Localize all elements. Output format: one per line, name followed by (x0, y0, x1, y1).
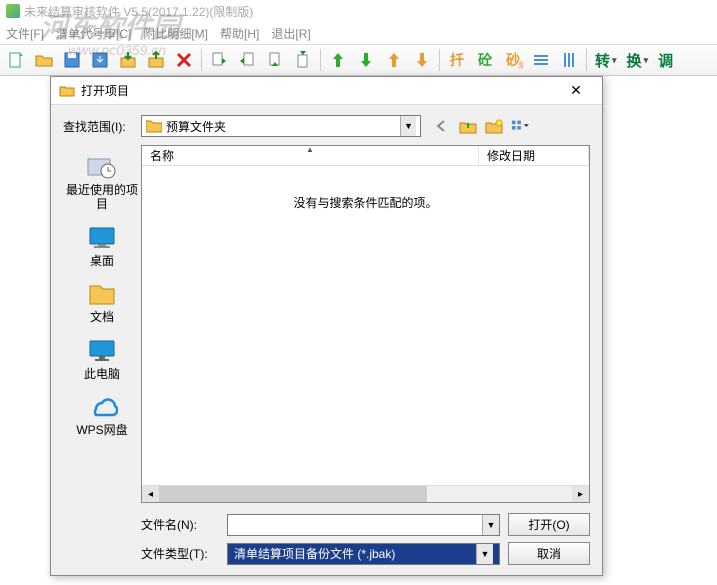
toolbar-separator (201, 49, 202, 71)
place-recent-label: 最近使用的项目 (66, 183, 138, 212)
dialog-title: 打开项目 (81, 82, 558, 99)
app-titlebar: 未来结算审核软件 V5.5(2017.1.22)(限制版) (0, 0, 717, 22)
menu-detail[interactable]: 附比明细[M] (143, 25, 208, 42)
place-documents-label: 文档 (90, 310, 114, 324)
main-toolbar: 扦 砼 砂浆 转▾ 换▾ 调 (0, 44, 717, 76)
column-date[interactable]: 修改日期 (479, 146, 589, 165)
app-icon (6, 4, 20, 18)
place-desktop[interactable]: 桌面 (66, 220, 138, 272)
tool-import-icon[interactable] (115, 47, 141, 73)
toolbar-separator (586, 49, 587, 71)
sort-ascending-icon: ▲ (306, 145, 314, 154)
tool-arrow-down-green-icon[interactable] (353, 47, 379, 73)
place-desktop-label: 桌面 (90, 254, 114, 268)
tool-doc-out-icon[interactable] (234, 47, 260, 73)
cancel-button[interactable]: 取消 (508, 542, 590, 565)
place-thispc[interactable]: 此电脑 (66, 333, 138, 385)
dialog-titlebar: 打开项目 ✕ (51, 77, 602, 105)
scroll-thumb[interactable] (159, 486, 427, 502)
menu-exit[interactable]: 退出[R] (271, 25, 310, 42)
menu-file[interactable]: 文件[F] (6, 25, 44, 42)
tool-arrow-up-green-icon[interactable] (325, 47, 351, 73)
tool-doc-up-icon[interactable] (290, 47, 316, 73)
tool-exchange-button[interactable]: 换▾ (623, 47, 653, 73)
place-thispc-label: 此电脑 (84, 367, 120, 381)
scroll-left-icon[interactable]: ◂ (142, 486, 159, 502)
place-documents[interactable]: 文档 (66, 276, 138, 328)
view-menu-icon[interactable] (511, 117, 529, 135)
place-wps[interactable]: WPS网盘 (66, 389, 138, 441)
close-button[interactable]: ✕ (558, 79, 594, 103)
menubar: 文件[F] 清单代号审[C] 附比明细[M] 帮助[H] 退出[R] (0, 22, 717, 44)
tool-glyph2-icon[interactable]: 砼 (472, 47, 498, 73)
filename-label: 文件名(N): (141, 516, 219, 533)
chevron-down-icon[interactable]: ▼ (400, 116, 416, 136)
horizontal-scrollbar[interactable]: ◂ ▸ (142, 485, 589, 502)
look-in-combo[interactable]: 预算文件夹 ▼ (141, 115, 421, 137)
svg-text:浆: 浆 (518, 60, 523, 70)
place-wps-label: WPS网盘 (76, 423, 127, 437)
tool-bars-h-icon[interactable] (528, 47, 554, 73)
tool-doc-down-icon[interactable] (262, 47, 288, 73)
tool-glyph3-icon[interactable]: 砂浆 (500, 47, 526, 73)
menu-list[interactable]: 清单代号审[C] (56, 25, 131, 42)
app-title: 未来结算审核软件 V5.5(2017.1.22)(限制版) (24, 3, 253, 20)
tool-bars-v-icon[interactable] (556, 47, 582, 73)
place-recent[interactable]: 最近使用的项目 (66, 149, 138, 216)
tool-arrow-down-orange-icon[interactable] (409, 47, 435, 73)
tool-save-down-icon[interactable] (87, 47, 113, 73)
tool-save-icon[interactable] (59, 47, 85, 73)
chevron-down-icon[interactable]: ▼ (476, 544, 493, 564)
tool-doc-in-icon[interactable] (206, 47, 232, 73)
scroll-right-icon[interactable]: ▸ (572, 486, 589, 502)
toolbar-separator (439, 49, 440, 71)
empty-message: 没有与搜索条件匹配的项。 (293, 194, 437, 211)
back-icon[interactable] (433, 117, 451, 135)
tool-arrow-up-orange-icon[interactable] (381, 47, 407, 73)
filetype-label: 文件类型(T): (141, 545, 219, 562)
menu-help[interactable]: 帮助[H] (220, 25, 259, 42)
file-list-body: 没有与搜索条件匹配的项。 (142, 166, 589, 485)
svg-text:砼: 砼 (478, 52, 493, 68)
tool-open-icon[interactable] (31, 47, 57, 73)
tool-export-icon[interactable] (143, 47, 169, 73)
look-in-value: 预算文件夹 (166, 118, 400, 135)
chevron-down-icon[interactable]: ▼ (482, 515, 499, 535)
file-list-header: ▲ 名称 修改日期 (142, 146, 589, 166)
dialog-icon (59, 83, 75, 99)
file-list[interactable]: ▲ 名称 修改日期 没有与搜索条件匹配的项。 ◂ ▸ (141, 145, 590, 503)
tool-delete-icon[interactable] (171, 47, 197, 73)
svg-text:扦: 扦 (450, 52, 464, 68)
column-name[interactable]: ▲ 名称 (142, 146, 479, 165)
new-folder-icon[interactable] (485, 117, 503, 135)
open-dialog: 打开项目 ✕ 查找范围(I): 预算文件夹 ▼ 最近使用的项目 (50, 76, 603, 576)
tool-adjust-button[interactable]: 调 (654, 47, 677, 73)
look-in-label: 查找范围(I): (63, 118, 141, 135)
places-bar: 最近使用的项目 桌面 文档 此电脑 WPS网盘 (63, 145, 141, 503)
folder-icon (146, 119, 162, 133)
filetype-select[interactable]: 清单结算项目备份文件 (*.jbak) ▼ (227, 543, 500, 565)
tool-new-icon[interactable] (3, 47, 29, 73)
tool-convert-button[interactable]: 转▾ (591, 47, 621, 73)
tool-glyph1-icon[interactable]: 扦 (444, 47, 470, 73)
open-button[interactable]: 打开(O) (508, 513, 590, 536)
filename-input[interactable]: ▼ (227, 514, 500, 536)
up-folder-icon[interactable] (459, 117, 477, 135)
toolbar-separator (320, 49, 321, 71)
